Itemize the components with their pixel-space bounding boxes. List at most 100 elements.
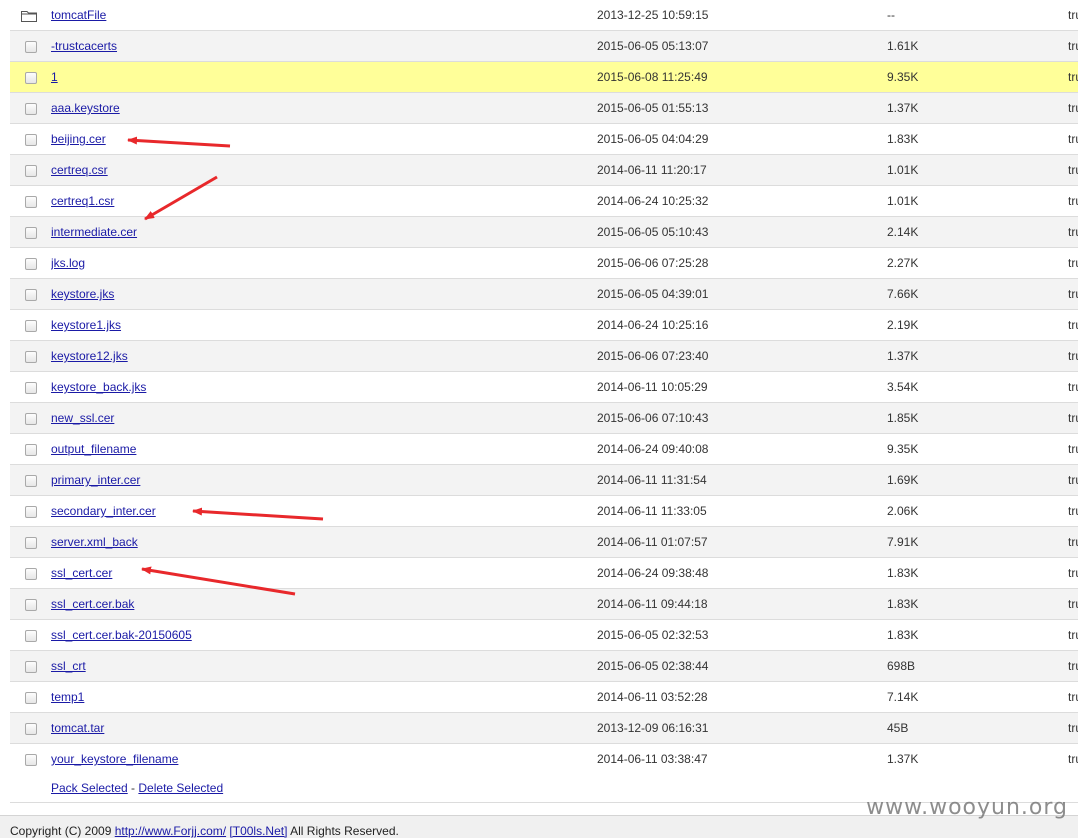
file-link[interactable]: certreq.csr bbox=[51, 163, 108, 177]
file-name-cell: keystore1.jks bbox=[51, 309, 597, 341]
file-link[interactable]: aaa.keystore bbox=[51, 101, 120, 115]
file-link[interactable]: certreq1.csr bbox=[51, 194, 114, 208]
file-row: 1 2015-06-08 11:25:499.35Ktru bbox=[10, 61, 1078, 93]
file-select-checkbox[interactable] bbox=[24, 722, 37, 735]
file-select-checkbox[interactable] bbox=[24, 288, 37, 301]
file-select-checkbox[interactable] bbox=[24, 629, 37, 642]
file-select-checkbox[interactable] bbox=[24, 319, 37, 332]
file-select-checkbox[interactable] bbox=[24, 40, 37, 53]
file-name-cell: keystore12.jks bbox=[51, 340, 597, 372]
file-link[interactable]: secondary_inter.cer bbox=[51, 504, 156, 518]
file-row: beijing.cer 2015-06-05 04:04:291.83Ktru bbox=[10, 123, 1078, 155]
copyright-suffix: All Rights Reserved. bbox=[287, 824, 399, 838]
file-name-cell: keystore.jks bbox=[51, 278, 597, 310]
file-owner-truncated: tru bbox=[1068, 309, 1078, 341]
file-modified-time: 2014-06-24 10:25:32 bbox=[597, 185, 887, 217]
file-select-checkbox[interactable] bbox=[24, 505, 37, 518]
file-modified-time: 2014-06-24 10:25:16 bbox=[597, 309, 887, 341]
file-select-checkbox[interactable] bbox=[24, 133, 37, 146]
folder-link[interactable]: tomcatFile bbox=[51, 8, 106, 22]
file-link[interactable]: intermediate.cer bbox=[51, 225, 137, 239]
file-row: ssl_cert.cer 2014-06-24 09:38:481.83Ktru bbox=[10, 557, 1078, 589]
file-link[interactable]: ssl_cert.cer.bak-20150605 bbox=[51, 628, 192, 642]
file-size: 1.83K bbox=[887, 619, 1068, 651]
file-select-checkbox[interactable] bbox=[24, 443, 37, 456]
file-select-checkbox[interactable] bbox=[24, 598, 37, 611]
file-select-checkbox[interactable] bbox=[24, 102, 37, 115]
forjj-link[interactable]: http://www.Forjj.com/ bbox=[115, 824, 226, 838]
file-row: keystore12.jks 2015-06-06 07:23:40 1.37K tr… bbox=[10, 340, 1078, 372]
file-select-checkbox[interactable] bbox=[24, 381, 37, 394]
file-link[interactable]: keystore_back.jks bbox=[51, 380, 146, 394]
file-owner-truncated: tru bbox=[1068, 619, 1078, 651]
file-list-table: tomcatFile2013-12-25 10:59:15--tru-trust… bbox=[10, 0, 1078, 775]
file-link[interactable]: -trustcacerts bbox=[51, 39, 117, 53]
file-size: 1.69K bbox=[887, 464, 1068, 496]
file-link[interactable]: server.xml_back bbox=[51, 535, 138, 549]
file-modified-time: 2015-06-05 05:10:43 bbox=[597, 216, 887, 248]
file-select-checkbox[interactable] bbox=[24, 691, 37, 704]
file-row-select-cell bbox=[10, 712, 51, 744]
file-owner-truncated: tru bbox=[1068, 464, 1078, 496]
delete-selected-link[interactable]: Delete Selected bbox=[138, 781, 223, 795]
file-size: 2.19K bbox=[887, 309, 1068, 341]
file-link[interactable]: 1 bbox=[51, 70, 58, 84]
file-owner-truncated: tru bbox=[1068, 557, 1078, 589]
file-select-checkbox[interactable] bbox=[24, 536, 37, 549]
actions-separator: - bbox=[127, 781, 139, 795]
file-name-cell: 1 bbox=[51, 61, 597, 93]
file-owner-truncated: tru bbox=[1068, 402, 1078, 434]
file-size: 9.35K bbox=[887, 433, 1068, 465]
file-row-select-cell bbox=[10, 216, 51, 248]
file-select-checkbox[interactable] bbox=[24, 257, 37, 270]
file-modified-time: 2014-06-24 09:40:08 bbox=[597, 433, 887, 465]
file-link[interactable]: tomcat.tar bbox=[51, 721, 104, 735]
file-select-checkbox[interactable] bbox=[24, 350, 37, 363]
file-link[interactable]: new_ssl.cer bbox=[51, 411, 114, 425]
file-link[interactable]: ssl_cert.cer.bak bbox=[51, 597, 134, 611]
file-name-cell: certreq.csr bbox=[51, 154, 597, 186]
t00ls-link[interactable]: [T00ls.Net] bbox=[229, 824, 287, 838]
file-link[interactable]: primary_inter.cer bbox=[51, 473, 140, 487]
file-select-checkbox[interactable] bbox=[24, 412, 37, 425]
file-name-cell: ssl_crt bbox=[51, 650, 597, 682]
file-row: ssl_cert.cer.bak 2014-06-11 09:44:18 1.83K… bbox=[10, 588, 1078, 620]
file-link[interactable]: keystore1.jks bbox=[51, 318, 121, 332]
file-modified-time: 2013-12-09 06:16:31 bbox=[597, 712, 887, 744]
file-row-select-cell bbox=[10, 619, 51, 651]
file-link[interactable]: keystore.jks bbox=[51, 287, 114, 301]
file-link[interactable]: jks.log bbox=[51, 256, 85, 270]
file-link[interactable]: your_keystore_filename bbox=[51, 752, 178, 766]
file-name-cell: tomcat.tar bbox=[51, 712, 597, 744]
file-link[interactable]: ssl_crt bbox=[51, 659, 86, 673]
file-select-checkbox[interactable] bbox=[24, 753, 37, 766]
file-owner-truncated: tru bbox=[1068, 588, 1078, 620]
file-name-cell: your_keystore_filename bbox=[51, 743, 597, 775]
file-list-body: tomcatFile2013-12-25 10:59:15--tru-trust… bbox=[10, 0, 1078, 775]
pack-selected-link[interactable]: Pack Selected bbox=[51, 781, 128, 795]
file-size: 1.61K bbox=[887, 30, 1068, 62]
file-modified-time: 2015-06-05 01:55:13 bbox=[597, 92, 887, 124]
file-row: new_ssl.cer 2015-06-06 07:10:431.85Ktru bbox=[10, 402, 1078, 434]
file-select-checkbox[interactable] bbox=[24, 474, 37, 487]
file-modified-time: 2015-06-05 05:13:07 bbox=[597, 30, 887, 62]
file-row-select-cell bbox=[10, 464, 51, 496]
file-name-cell: -trustcacerts bbox=[51, 30, 597, 62]
file-row: -trustcacerts 2015-06-05 05:13:071.61Ktru bbox=[10, 30, 1078, 62]
file-select-checkbox[interactable] bbox=[24, 71, 37, 84]
file-select-checkbox[interactable] bbox=[24, 660, 37, 673]
file-name-cell: certreq1.csr bbox=[51, 185, 597, 217]
file-link[interactable]: beijing.cer bbox=[51, 132, 106, 146]
file-link[interactable]: temp1 bbox=[51, 690, 84, 704]
file-select-checkbox[interactable] bbox=[24, 195, 37, 208]
file-link[interactable]: ssl_cert.cer bbox=[51, 566, 112, 580]
file-select-checkbox[interactable] bbox=[24, 567, 37, 580]
file-name-cell: secondary_inter.cer bbox=[51, 495, 597, 527]
folder-icon bbox=[21, 10, 37, 22]
file-link[interactable]: output_filename bbox=[51, 442, 136, 456]
file-row-select-cell bbox=[10, 402, 51, 434]
file-select-checkbox[interactable] bbox=[24, 226, 37, 239]
file-link[interactable]: keystore12.jks bbox=[51, 349, 128, 363]
file-name-cell: primary_inter.cer bbox=[51, 464, 597, 496]
file-select-checkbox[interactable] bbox=[24, 164, 37, 177]
